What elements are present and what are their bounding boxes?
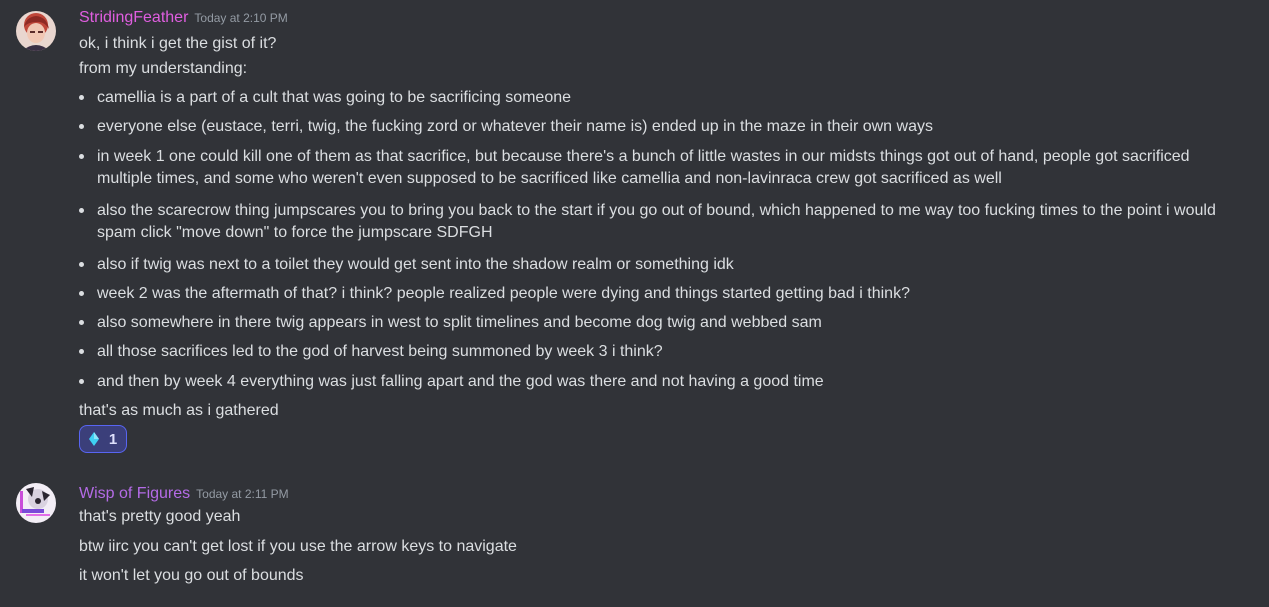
list-item-text: camellia is a part of a cult that was go…	[97, 89, 572, 106]
chat-log: StridingFeather Today at 2:10 PM ok, i th…	[0, 0, 1269, 607]
list-item-text: in week 1 one could kill one of them as …	[97, 148, 1190, 187]
gem-icon	[88, 432, 99, 446]
message-line: that's pretty good yeah	[79, 508, 241, 525]
message-line: that's as much as i gathered	[79, 402, 279, 419]
list-item-text: also the scarecrow thing jumpscares you …	[97, 202, 1216, 241]
bullet-icon	[79, 154, 84, 159]
message-line: from my understanding:	[79, 60, 248, 77]
bullet-icon	[79, 379, 84, 384]
bullet-icon	[79, 291, 84, 296]
bullet-icon	[79, 262, 84, 267]
list-item-text: also if twig was next to a toilet they w…	[97, 256, 734, 273]
message-wisp-of-figures: Wisp of Figures Today at 2:11 PM that's p…	[0, 470, 1269, 607]
reaction-count: 1	[108, 430, 118, 448]
message-line: ok, i think i get the gist of it?	[79, 35, 277, 52]
list-item-text: all those sacrifices led to the god of h…	[97, 343, 663, 360]
username[interactable]: StridingFeather	[79, 9, 188, 26]
bullet-icon	[79, 95, 84, 100]
message-line: it won't let you go out of bounds	[79, 567, 304, 584]
avatar[interactable]	[16, 483, 56, 523]
bullet-icon	[79, 320, 84, 325]
list-item-text: week 2 was the aftermath of that? i thin…	[97, 285, 910, 302]
message-line: btw iirc you can't get lost if you use t…	[79, 538, 517, 555]
bullet-icon	[79, 349, 84, 354]
list-item-text: everyone else (eustace, terri, twig, the…	[97, 118, 933, 135]
timestamp: Today at 2:10 PM	[194, 11, 288, 25]
list-item-text: and then by week 4 everything was just f…	[97, 373, 824, 390]
bullet-icon	[79, 208, 84, 213]
message-stridingfeather: StridingFeather Today at 2:10 PM ok, i th…	[0, 0, 1269, 470]
bullet-icon	[79, 124, 84, 129]
list-item-text: also somewhere in there twig appears in …	[97, 314, 822, 331]
reaction-button[interactable]: 1	[79, 425, 127, 453]
username[interactable]: Wisp of Figures	[79, 485, 190, 502]
avatar[interactable]	[16, 11, 56, 51]
timestamp: Today at 2:11 PM	[196, 487, 289, 501]
